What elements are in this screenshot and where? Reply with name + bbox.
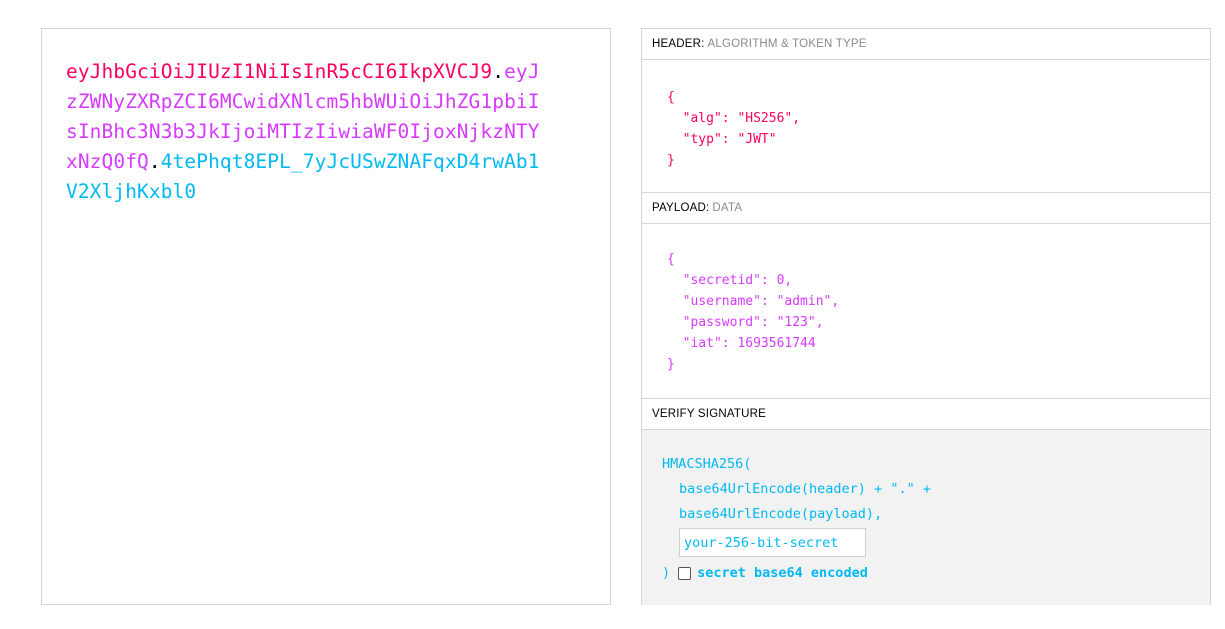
secret-base64-label[interactable]: secret base64 encoded <box>697 565 868 581</box>
payload-json-line: "iat": 1693561744 <box>667 336 816 351</box>
payload-json-line: "username": "admin", <box>667 294 840 309</box>
header-json-line: } <box>667 153 675 168</box>
header-json-editor[interactable]: { "alg": "HS256", "typ": "JWT" } <box>642 60 1210 193</box>
payload-title: PAYLOAD: <box>652 202 710 214</box>
encoded-token-panel[interactable]: eyJhbGciOiJIUzI1NiIsInR5cCI6IkpXVCJ9.eyJ… <box>41 28 611 605</box>
payload-subtitle: DATA <box>712 202 743 214</box>
verify-signature-body: HMACSHA256( base64UrlEncode(header) + ".… <box>642 430 1210 605</box>
decoded-token-panel: HEADER: ALGORITHM & TOKEN TYPE { "alg": "… <box>641 28 1211 605</box>
hmac-function-close: ) <box>662 565 671 581</box>
secret-input[interactable] <box>679 528 866 557</box>
header-json-line: { <box>667 90 675 105</box>
verify-title: VERIFY SIGNATURE <box>652 408 766 420</box>
encoded-header-segment: eyJhbGciOiJIUzI1NiIsInR5cCI6IkpXVCJ9 <box>66 60 493 83</box>
secret-base64-checkbox[interactable] <box>678 566 692 580</box>
header-json-line: "alg": "HS256", <box>667 111 801 126</box>
payload-json-line: "password": "123", <box>667 315 824 330</box>
hmac-arg-header: base64UrlEncode(header) + "." + <box>679 481 931 497</box>
verify-section-title: VERIFY SIGNATURE <box>642 399 1210 430</box>
header-title: HEADER: <box>652 38 705 50</box>
payload-json-line: { <box>667 252 675 267</box>
encoded-token-text[interactable]: eyJhbGciOiJIUzI1NiIsInR5cCI6IkpXVCJ9.eyJ… <box>66 57 546 207</box>
hmac-function-open: HMACSHA256( <box>662 456 752 472</box>
payload-json-line: } <box>667 357 675 372</box>
header-json-line: "typ": "JWT" <box>667 132 777 147</box>
header-subtitle: ALGORITHM & TOKEN TYPE <box>707 38 867 50</box>
token-separator-dot: . <box>492 60 505 83</box>
hmac-arg-payload: base64UrlEncode(payload), <box>679 506 883 522</box>
payload-json-editor[interactable]: { "secretid": 0, "username": "admin", "p… <box>642 224 1210 399</box>
header-section-title: HEADER: ALGORITHM & TOKEN TYPE <box>642 29 1210 60</box>
token-separator-dot: . <box>148 150 161 173</box>
payload-json-line: "secretid": 0, <box>667 273 793 288</box>
payload-section-title: PAYLOAD: DATA <box>642 193 1210 224</box>
